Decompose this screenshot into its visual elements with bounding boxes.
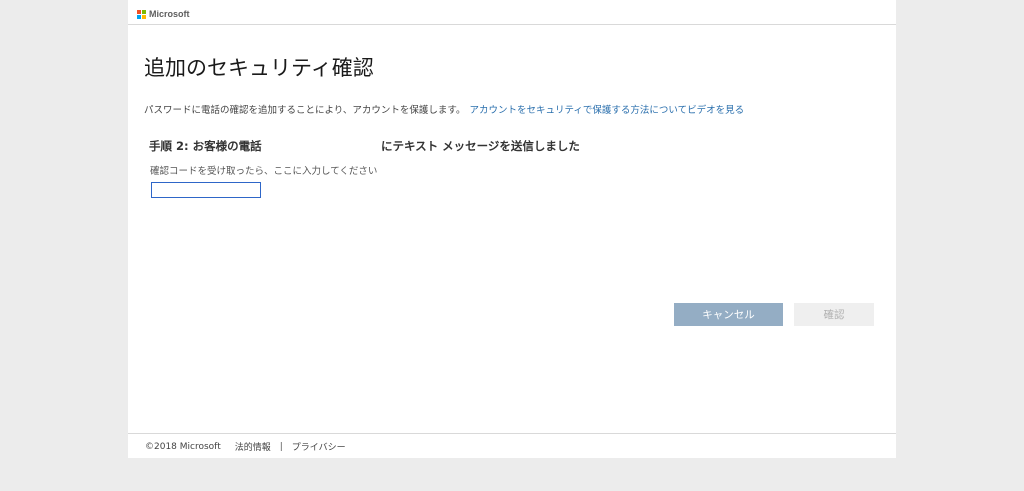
microsoft-logo-icon: [137, 9, 146, 19]
step-heading: 手順 2: お客様の電話 にテキスト メッセージを送信しました: [149, 138, 619, 154]
description: パスワードに電話の確認を追加することにより、アカウントを保護します。 アカウントを…: [144, 102, 744, 116]
legal-link[interactable]: 法的情報: [235, 440, 271, 453]
cancel-button[interactable]: キャンセル: [674, 303, 783, 326]
brand-name: Microsoft: [149, 9, 190, 19]
page-title: 追加のセキュリティ確認: [144, 56, 374, 80]
copyright: ©2018 Microsoft: [145, 441, 221, 452]
video-help-link[interactable]: アカウントをセキュリティで保護する方法についてビデオを見る: [469, 105, 744, 116]
confirm-button[interactable]: 確認: [794, 303, 874, 326]
privacy-link[interactable]: プライバシー: [292, 440, 346, 453]
footer-links: ©2018 Microsoft 法的情報 | プライバシー: [145, 440, 346, 454]
description-text: パスワードに電話の確認を追加することにより、アカウントを保護します。: [144, 105, 466, 116]
code-hint: 確認コードを受け取ったら、ここに入力してください: [150, 166, 378, 177]
header-bar: Microsoft: [128, 0, 896, 25]
verification-code-input[interactable]: [151, 182, 261, 198]
main-panel: Microsoft 追加のセキュリティ確認 パスワードに電話の確認を追加すること…: [128, 0, 896, 458]
step-label-part1: 手順 2: お客様の電話: [149, 139, 262, 153]
microsoft-logo: Microsoft: [137, 8, 190, 20]
footer-separator: |: [279, 441, 283, 452]
footer: ©2018 Microsoft 法的情報 | プライバシー: [128, 433, 896, 459]
step-label-part2: にテキスト メッセージを送信しました: [381, 139, 580, 153]
